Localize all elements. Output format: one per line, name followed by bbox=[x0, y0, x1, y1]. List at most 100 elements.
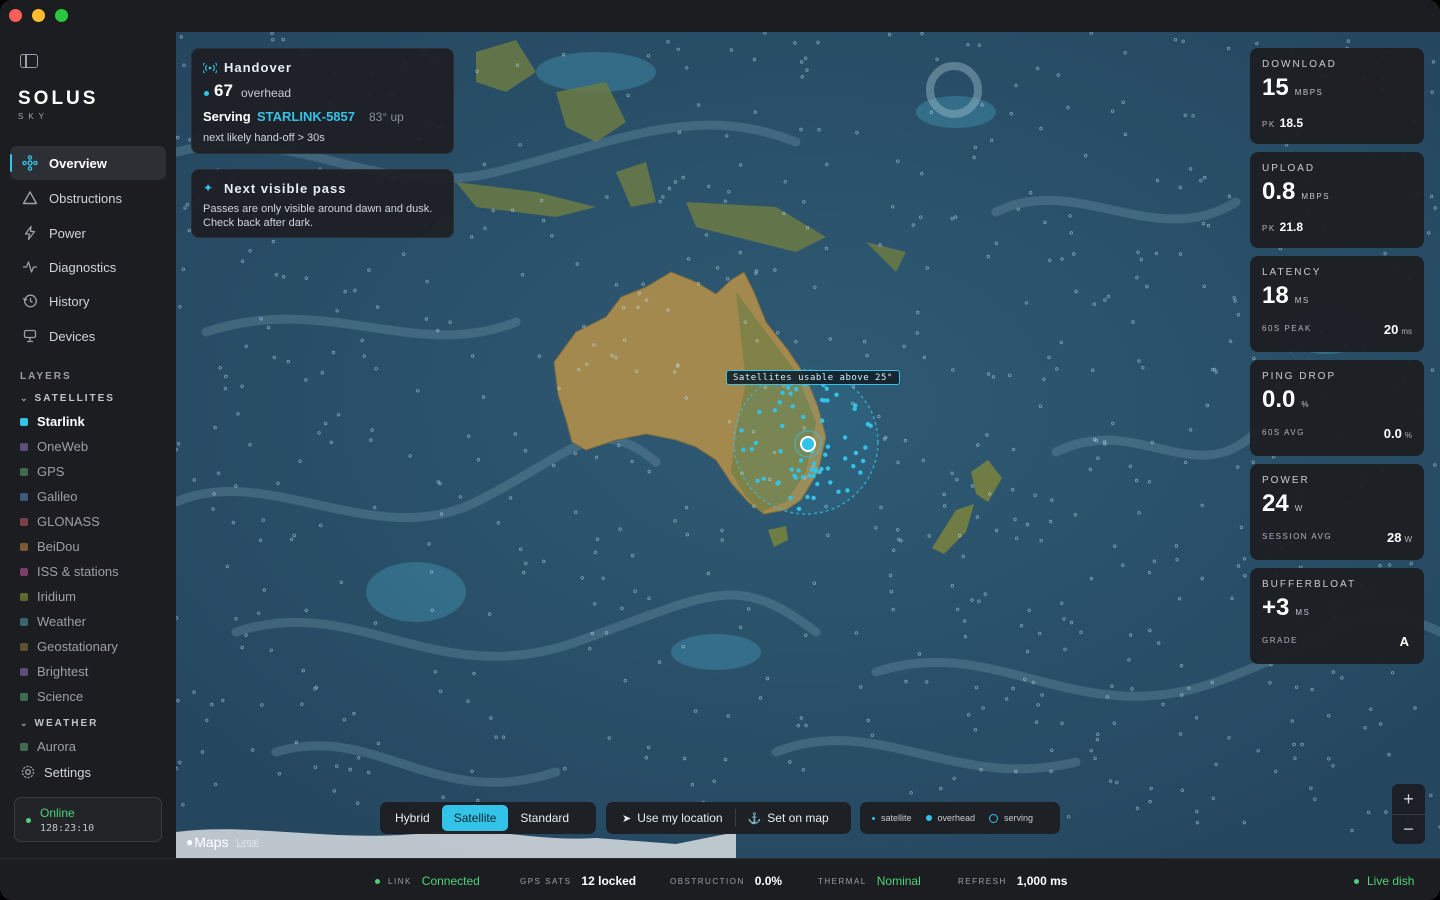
stat-value: 0.8 MBPS bbox=[1262, 178, 1330, 206]
serving-satellite-marker[interactable] bbox=[800, 436, 816, 452]
overhead-satellite-dot[interactable] bbox=[789, 467, 794, 472]
zoom-in-button[interactable]: + bbox=[1392, 784, 1425, 814]
overhead-satellite-dot[interactable] bbox=[853, 403, 858, 408]
sidebar-item-history[interactable]: History bbox=[10, 284, 166, 318]
overhead-satellite-dot[interactable] bbox=[749, 446, 754, 452]
overhead-satellite-dot[interactable] bbox=[836, 489, 841, 494]
overhead-satellite-dot[interactable] bbox=[800, 474, 806, 480]
overhead-satellite-dot[interactable] bbox=[790, 404, 795, 409]
overhead-satellite-dot[interactable] bbox=[794, 387, 799, 392]
overhead-satellite-dot[interactable] bbox=[793, 475, 798, 480]
zoom-out-button[interactable]: − bbox=[1392, 814, 1425, 844]
overhead-satellite-dot[interactable] bbox=[788, 391, 793, 396]
layer-glonass[interactable]: GLONASS bbox=[20, 514, 100, 529]
map-mode-standard[interactable]: Standard bbox=[508, 805, 581, 831]
overhead-satellite-dot[interactable] bbox=[780, 423, 785, 429]
overview-icon bbox=[22, 155, 38, 171]
overhead-satellite-dot[interactable] bbox=[811, 495, 816, 501]
layer-starlink[interactable]: Starlink bbox=[20, 414, 85, 429]
set-on-map-button[interactable]: ⚓ Set on map bbox=[736, 805, 841, 831]
overhead-satellite-dot[interactable] bbox=[858, 470, 863, 475]
overhead-satellite-dot[interactable] bbox=[853, 450, 859, 456]
overhead-satellite-dot[interactable] bbox=[811, 461, 817, 466]
satellites-group-toggle[interactable]: ⌄ SATELLITES bbox=[20, 393, 115, 404]
overhead-satellite-dot[interactable] bbox=[796, 468, 801, 473]
overhead-satellite-dot[interactable] bbox=[761, 476, 766, 481]
layer-label: GLONASS bbox=[37, 514, 100, 529]
zoom-window-button[interactable] bbox=[55, 9, 68, 22]
overhead-satellite-dot[interactable] bbox=[780, 390, 785, 396]
layer-gps[interactable]: GPS bbox=[20, 464, 64, 479]
overhead-satellite-dot[interactable] bbox=[777, 400, 782, 405]
overhead-satellite-dot[interactable] bbox=[807, 473, 812, 478]
overhead-satellite-dot[interactable] bbox=[786, 385, 791, 390]
layer-iss-stations[interactable]: ISS & stations bbox=[20, 564, 119, 579]
settings-button[interactable]: Settings bbox=[20, 764, 91, 780]
layer-brightest[interactable]: Brightest bbox=[20, 664, 88, 679]
map-mode-hybrid[interactable]: Hybrid bbox=[383, 805, 442, 831]
overhead-satellite-dot[interactable] bbox=[828, 480, 833, 485]
layer-iridium[interactable]: Iridium bbox=[20, 589, 76, 604]
overhead-satellite-dot[interactable] bbox=[739, 428, 744, 433]
overhead-satellite-dot[interactable] bbox=[865, 422, 871, 427]
map-mode-satellite[interactable]: Satellite bbox=[441, 805, 509, 831]
overhead-satellite-dot[interactable] bbox=[845, 488, 850, 493]
overhead-satellite-dot[interactable] bbox=[824, 386, 829, 391]
overhead-satellite-dot[interactable] bbox=[820, 418, 825, 423]
overhead-satellite-dot[interactable] bbox=[843, 456, 848, 461]
legend-satellite-dot-icon bbox=[872, 816, 875, 820]
overhead-satellite-dot[interactable] bbox=[819, 397, 825, 403]
sidebar-toggle-icon[interactable] bbox=[20, 54, 38, 68]
overhead-satellite-dot[interactable] bbox=[825, 398, 830, 403]
overhead-satellite-dot[interactable] bbox=[851, 464, 856, 469]
stat-label: DOWNLOAD bbox=[1262, 59, 1337, 70]
overhead-satellite-dot[interactable] bbox=[834, 392, 839, 397]
sidebar-item-power[interactable]: Power bbox=[10, 216, 166, 250]
overhead-satellite-dot[interactable] bbox=[811, 473, 816, 479]
overhead-satellite-dot[interactable] bbox=[755, 478, 760, 483]
close-window-button[interactable] bbox=[9, 9, 22, 22]
layer-oneweb[interactable]: OneWeb bbox=[20, 439, 88, 454]
sparkle-icon: ✦ bbox=[203, 181, 214, 195]
layer-label: Iridium bbox=[37, 589, 77, 604]
layer-aurora[interactable]: Aurora bbox=[20, 739, 76, 754]
overhead-satellite-dot[interactable] bbox=[805, 494, 810, 500]
layer-geostationary[interactable]: Geostationary bbox=[20, 639, 118, 654]
overhead-satellite-dot[interactable] bbox=[753, 440, 759, 446]
overhead-satellite-dot[interactable] bbox=[796, 506, 802, 511]
overhead-satellite-dot[interactable] bbox=[823, 452, 828, 457]
legal-link[interactable]: Legal bbox=[236, 837, 258, 847]
overhead-satellite-dot[interactable] bbox=[757, 409, 762, 415]
overhead-satellite-dot[interactable] bbox=[815, 481, 820, 487]
map-mode-switcher: Hybrid Satellite Standard bbox=[380, 802, 596, 834]
overhead-satellite-dot[interactable] bbox=[809, 467, 814, 472]
overhead-satellite-dot[interactable] bbox=[778, 449, 783, 454]
overhead-satellite-dot[interactable] bbox=[842, 435, 848, 440]
overhead-satellite-dot[interactable] bbox=[741, 447, 746, 452]
sidebar-item-devices[interactable]: Devices bbox=[10, 319, 166, 353]
sidebar-item-label: Devices bbox=[49, 328, 96, 344]
layer-science[interactable]: Science bbox=[20, 689, 83, 704]
live-dish-indicator[interactable]: Live dish bbox=[1354, 874, 1414, 888]
sidebar-item-diagnostics[interactable]: Diagnostics bbox=[10, 250, 166, 284]
satellite-map[interactable]: Satellites usable above 25° Handover 67 … bbox=[176, 32, 1440, 858]
overhead-satellite-dot[interactable] bbox=[798, 458, 804, 463]
overhead-satellite-dot[interactable] bbox=[825, 466, 831, 471]
layer-galileo[interactable]: Galileo bbox=[20, 489, 77, 504]
overhead-satellite-dot[interactable] bbox=[817, 469, 822, 475]
weather-group-toggle[interactable]: ⌄ WEATHER bbox=[20, 718, 98, 729]
use-location-button[interactable]: ➤ Use my location bbox=[610, 805, 735, 831]
overhead-satellite-dot[interactable] bbox=[825, 444, 831, 449]
overhead-satellite-dot[interactable] bbox=[772, 408, 778, 413]
layer-weather[interactable]: Weather bbox=[20, 614, 86, 629]
sidebar-item-obstructions[interactable]: Obstructions bbox=[10, 181, 166, 215]
overhead-satellite-dot[interactable] bbox=[788, 495, 793, 500]
overhead-satellite-dot[interactable] bbox=[860, 458, 866, 464]
layer-beidou[interactable]: BeiDou bbox=[20, 539, 80, 554]
overhead-satellite-dot[interactable] bbox=[775, 481, 780, 486]
overhead-satellite-dot[interactable] bbox=[801, 414, 806, 420]
serving-satellite-name[interactable]: STARLINK-5857 bbox=[257, 109, 355, 124]
minimize-window-button[interactable] bbox=[32, 9, 45, 22]
sidebar-item-overview[interactable]: Overview bbox=[10, 146, 166, 180]
overhead-satellite-dot[interactable] bbox=[863, 445, 868, 450]
